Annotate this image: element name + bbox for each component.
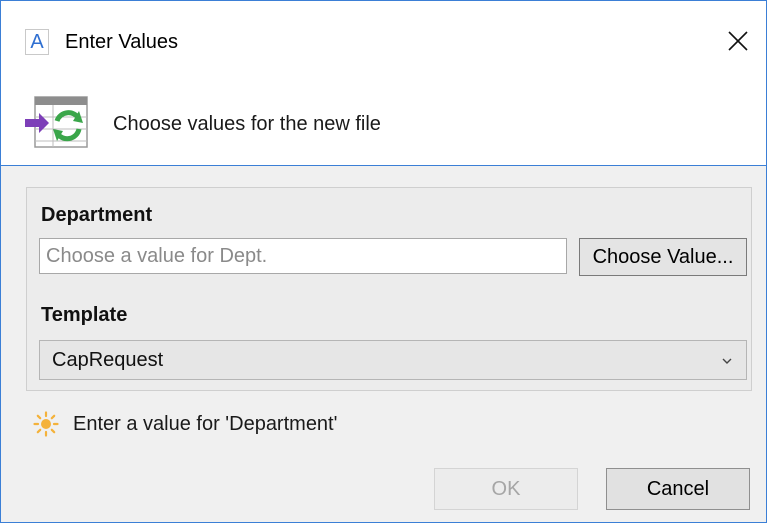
values-group: Department Choose Value... Template CapR…: [26, 187, 752, 391]
dialog-window: A Enter Values Choose values for the new…: [0, 0, 767, 523]
template-select[interactable]: CapRequest: [39, 340, 747, 380]
sun-icon: [33, 411, 59, 437]
dialog-header: Choose values for the new file: [1, 85, 766, 166]
app-icon: A: [25, 29, 49, 55]
department-input[interactable]: [39, 238, 567, 274]
choose-value-button[interactable]: Choose Value...: [579, 238, 747, 276]
chevron-down-icon: [722, 358, 732, 364]
table-refresh-icon: [25, 96, 88, 148]
header-text: Choose values for the new file: [113, 113, 381, 135]
template-label: Template: [41, 304, 128, 326]
window-title: Enter Values: [65, 31, 179, 53]
cancel-button[interactable]: Cancel: [606, 468, 750, 510]
close-icon: [728, 31, 748, 51]
validation-hint: Enter a value for 'Department': [73, 413, 338, 435]
department-label: Department: [41, 204, 153, 226]
title-bar: A Enter Values: [1, 1, 766, 85]
close-button[interactable]: [722, 25, 754, 57]
ok-button[interactable]: OK: [434, 468, 578, 510]
template-selected-value: CapRequest: [52, 349, 164, 371]
